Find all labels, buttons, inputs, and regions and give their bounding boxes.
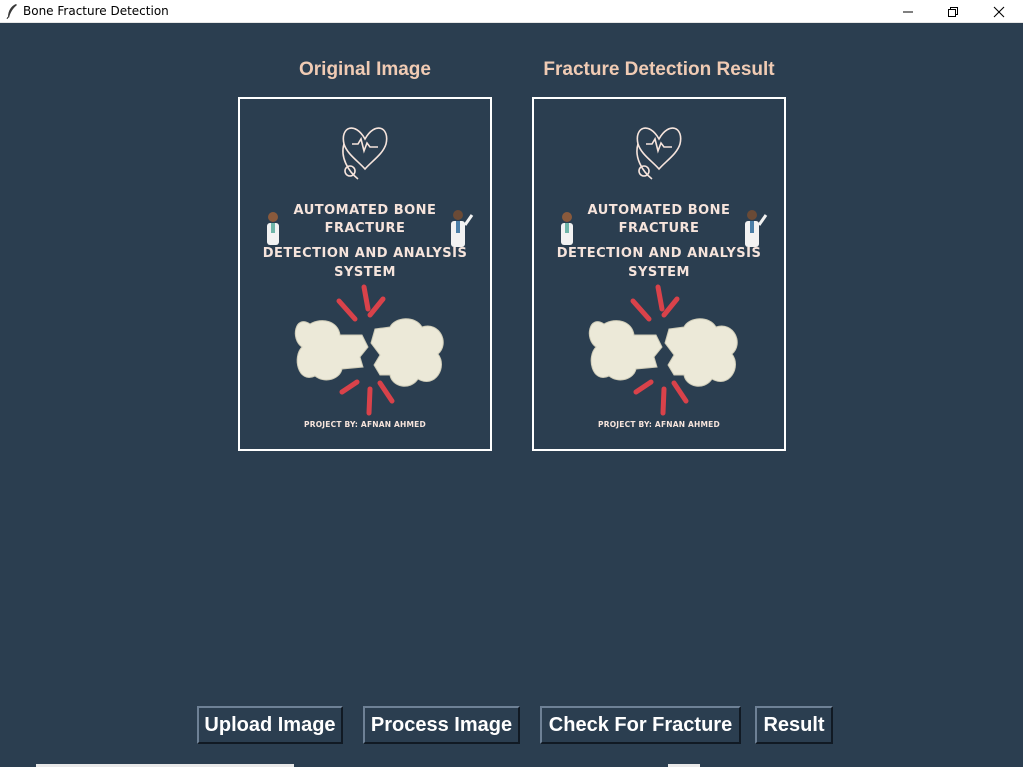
broken-bone-icon xyxy=(294,318,444,387)
result-image-title: Fracture Detection Result xyxy=(543,59,775,80)
heart-stethoscope-icon xyxy=(636,127,682,180)
restore-icon xyxy=(948,6,958,17)
heart-stethoscope-icon xyxy=(342,127,388,180)
poster-heading-line2: FRACTURE xyxy=(618,221,700,236)
poster-heading-line2: FRACTURE xyxy=(324,221,406,236)
check-fracture-button[interactable]: Check For Fracture xyxy=(540,706,741,744)
minimize-button[interactable] xyxy=(885,0,931,23)
window-titlebar: Bone Fracture Detection xyxy=(0,0,1023,23)
close-icon xyxy=(993,6,1005,17)
feather-icon xyxy=(6,4,17,19)
restore-button[interactable] xyxy=(930,0,976,23)
poster-heading-line1: AUTOMATED BONE xyxy=(587,203,731,218)
poster-heading-line4: SYSTEM xyxy=(628,265,690,280)
upload-image-button[interactable]: Upload Image xyxy=(197,706,343,744)
poster-footer: PROJECT BY: AFNAN AHMED xyxy=(598,420,720,429)
minimize-icon xyxy=(903,11,913,12)
poster-footer: PROJECT BY: AFNAN AHMED xyxy=(304,420,426,429)
poster-heading-line3: DETECTION AND ANALYSIS xyxy=(556,246,762,261)
process-image-button[interactable]: Process Image xyxy=(363,706,520,744)
app-client-area: Original Image Fracture Detection Result xyxy=(0,23,1023,767)
close-button[interactable] xyxy=(976,0,1022,23)
poster-heading-line4: SYSTEM xyxy=(334,265,396,280)
window-title: Bone Fracture Detection xyxy=(23,4,169,18)
result-image-panel: AUTOMATED BONE FRACTURE DETECTION AND AN… xyxy=(532,97,786,451)
broken-bone-icon xyxy=(588,318,738,387)
poster-heading-line1: AUTOMATED BONE xyxy=(293,203,437,218)
result-button[interactable]: Result xyxy=(755,706,833,744)
original-image-panel: AUTOMATED BONE FRACTURE DETECTION AND AN… xyxy=(238,97,492,451)
poster-heading-line3: DETECTION AND ANALYSIS xyxy=(262,246,468,261)
original-image-title: Original Image xyxy=(299,59,431,80)
